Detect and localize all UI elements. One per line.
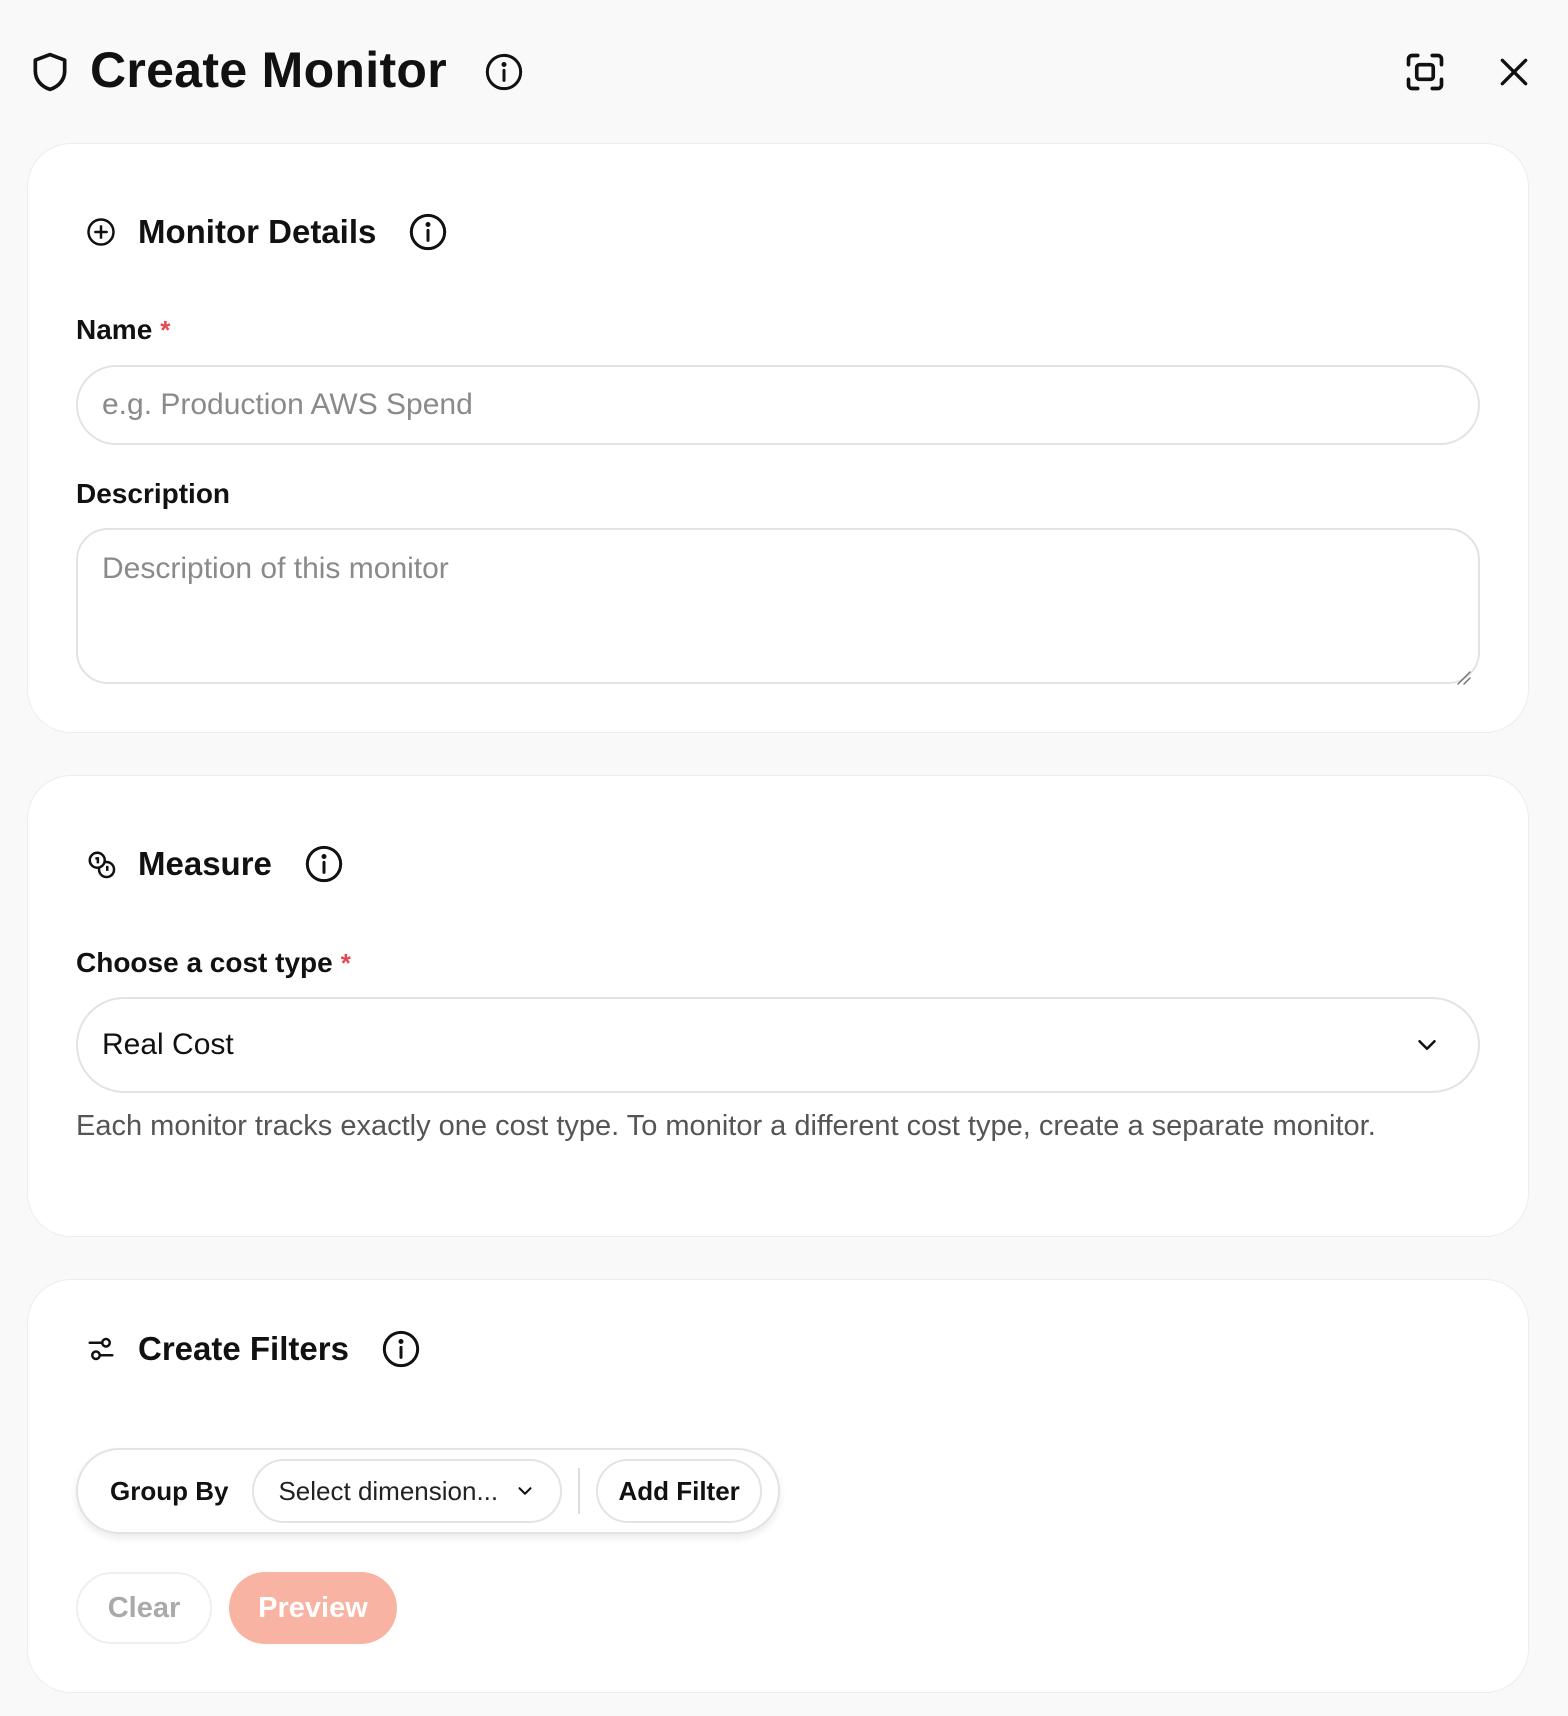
measure-card: Measure Choose a cost type * Real Cost Ea… <box>27 775 1529 1237</box>
cost-type-select[interactable]: Real Cost <box>76 997 1480 1093</box>
cost-type-label-text: Choose a cost type <box>76 947 333 978</box>
dimension-select[interactable]: Select dimension... <box>252 1459 563 1523</box>
close-icon[interactable] <box>1494 52 1534 92</box>
fullscreen-icon[interactable] <box>1403 50 1447 94</box>
dimension-select-placeholder: Select dimension... <box>278 1475 499 1506</box>
name-label-text: Name <box>76 314 153 345</box>
measure-header: Measure <box>86 840 344 888</box>
description-placeholder: Description of this monitor <box>102 552 449 585</box>
divider <box>578 1468 581 1514</box>
add-filter-button[interactable]: Add Filter <box>596 1459 762 1523</box>
cost-type-value: Real Cost <box>102 1028 234 1061</box>
section-title: Monitor Details <box>138 213 377 250</box>
preview-button[interactable]: Preview <box>229 1572 397 1644</box>
name-input[interactable]: e.g. Production AWS Spend <box>76 365 1480 445</box>
chevron-down-icon <box>514 1480 536 1502</box>
section-title: Measure <box>138 845 272 882</box>
info-icon[interactable] <box>484 52 524 92</box>
coins-icon <box>86 849 116 879</box>
monitor-details-card: Monitor Details Name * e.g. Production AW… <box>27 143 1529 733</box>
cost-type-help-text: Each monitor tracks exactly one cost typ… <box>76 1110 1376 1142</box>
resize-handle-icon[interactable] <box>1454 660 1472 685</box>
filter-toolbar: Group By Select dimension... Add Filter <box>76 1448 780 1534</box>
monitor-details-header: Monitor Details <box>86 208 448 256</box>
chevron-down-icon <box>1412 1030 1442 1060</box>
description-label: Description <box>76 478 231 509</box>
shield-icon <box>28 48 72 96</box>
name-input-placeholder: e.g. Production AWS Spend <box>102 388 473 421</box>
name-label: Name * <box>76 312 170 348</box>
plus-circle-icon <box>86 217 116 247</box>
group-by-label: Group By <box>110 1475 229 1506</box>
create-filters-header: Create Filters <box>86 1325 421 1373</box>
info-icon[interactable] <box>381 1329 421 1369</box>
sliders-icon <box>86 1334 116 1364</box>
description-textarea[interactable]: Description of this monitor <box>76 528 1480 685</box>
create-filters-card: Create Filters Group By Select dimension… <box>27 1279 1529 1693</box>
required-marker: * <box>340 948 351 978</box>
info-icon[interactable] <box>408 212 448 252</box>
modal-header: Create Monitor <box>0 0 1568 144</box>
cost-type-label: Choose a cost type * <box>76 945 351 981</box>
info-icon[interactable] <box>304 844 344 884</box>
required-marker: * <box>160 315 171 345</box>
page-title: Create Monitor <box>90 42 448 98</box>
clear-button[interactable]: Clear <box>76 1572 212 1644</box>
section-title: Create Filters <box>138 1330 349 1367</box>
